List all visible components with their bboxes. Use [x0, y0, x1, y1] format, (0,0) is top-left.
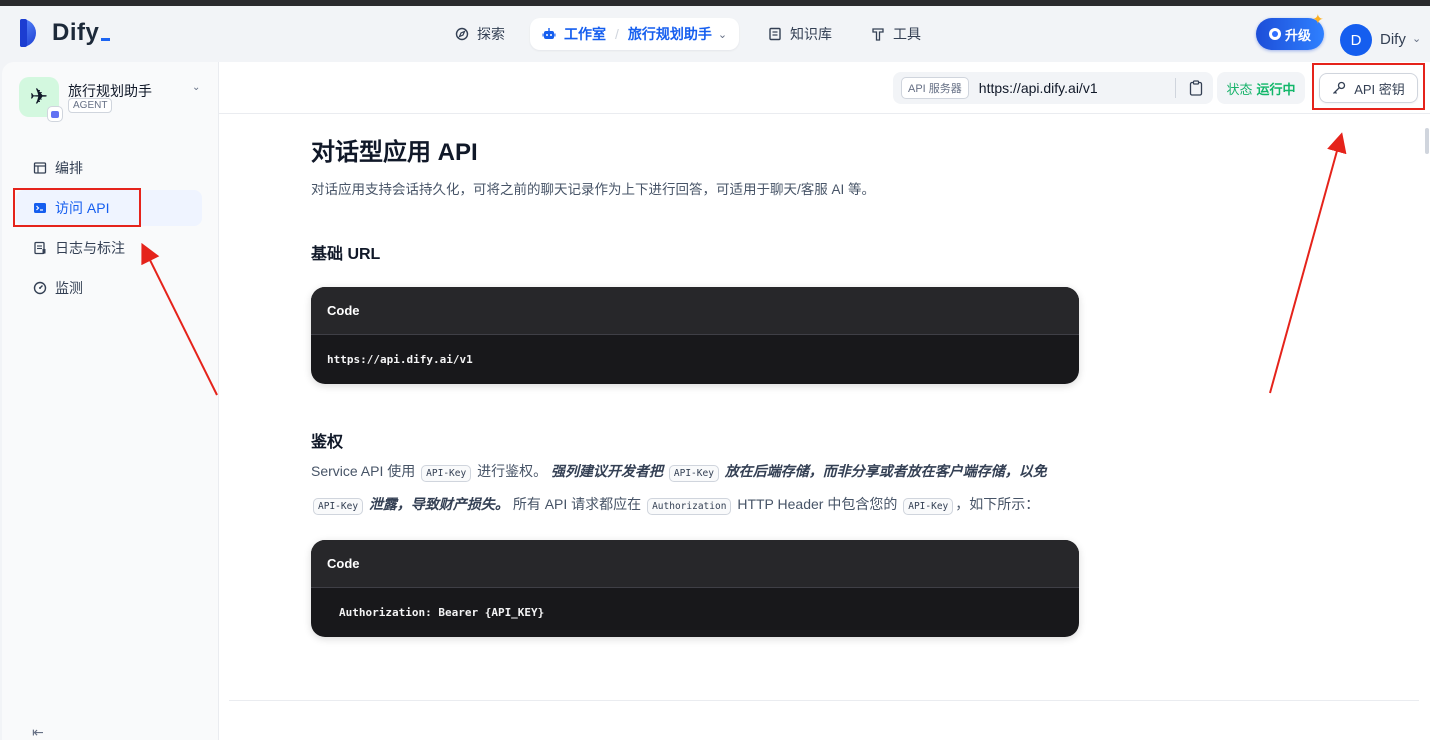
robot-icon — [542, 27, 556, 41]
api-topbar: API 服务器 https://api.dify.ai/v1 状态 运行中 AP… — [219, 62, 1430, 114]
upgrade-label: 升级 — [1284, 27, 1311, 43]
status-value: 运行中 — [1256, 81, 1296, 97]
agent-badge-icon — [47, 106, 63, 122]
page-intro: 对话应用支持会话持久化，可将之前的聊天记录作为上下进行回答，可适用于聊天/客服 … — [311, 182, 876, 197]
divider — [229, 700, 1419, 701]
code-block-content[interactable]: https://api.dify.ai/v1 — [311, 335, 1079, 383]
book-icon — [768, 27, 782, 41]
scrollbar-thumb[interactable] — [1425, 128, 1429, 154]
compass-icon — [455, 27, 469, 41]
file-list-icon — [33, 241, 47, 255]
nav-studio[interactable]: 工作室 / 旅行规划助手 ⌄ — [530, 18, 740, 50]
inline-code: API-Key — [668, 465, 719, 482]
status-badge: 状态 运行中 — [1217, 72, 1305, 104]
clipboard-icon[interactable] — [1189, 80, 1203, 96]
inline-code: API-Key — [903, 498, 954, 515]
main-nav: 探索 工作室 / 旅行规划助手 ⌄ 知识库 工具 — [0, 18, 1430, 50]
layout-icon — [33, 161, 47, 175]
api-server-label: API 服务器 — [901, 77, 969, 99]
hammer-icon — [871, 27, 885, 41]
chevron-down-icon[interactable]: ⌄ — [718, 28, 727, 41]
nav-explore-label: 探索 — [477, 26, 505, 42]
app-header: Dify 探索 工作室 / 旅行规划助手 ⌄ 知识库 工具 升级 ✦ D Dif… — [0, 6, 1430, 62]
breadcrumb-separator: / — [615, 26, 619, 42]
code-block-auth-header: Code Authorization: Bearer {API_KEY} — [311, 540, 1079, 637]
inline-code: API-Key — [313, 498, 364, 515]
code-block-header: Code — [311, 287, 1079, 335]
user-name[interactable]: Dify — [1380, 31, 1406, 48]
sidebar-item-logs[interactable]: 日志与标注 — [16, 230, 202, 266]
auth-paragraph: Service API 使用 API-Key 进行鉴权。 强列建议开发者把 AP… — [311, 456, 1079, 522]
user-avatar[interactable]: D — [1340, 24, 1372, 56]
status-label: 状态 — [1226, 81, 1253, 97]
sidebar-item-label: 监测 — [55, 280, 83, 296]
inline-code: Authorization — [647, 498, 732, 515]
nav-knowledge[interactable]: 知识库 — [768, 18, 832, 50]
dashboard-icon — [33, 281, 47, 295]
annotation-box-api-key — [1312, 63, 1425, 110]
code-block-content[interactable]: Authorization: Bearer {API_KEY} — [311, 588, 1079, 636]
app-sidebar: ✈ 旅行规划助手 ⌄ AGENT 编排 访问 API 日志与标注 监测 ⇤ — [2, 62, 219, 740]
sidebar-item-label: 编排 — [55, 160, 83, 176]
nav-explore[interactable]: 探索 — [455, 18, 505, 50]
sidebar-item-monitor[interactable]: 监测 — [16, 270, 202, 306]
inline-code: API-Key — [421, 465, 472, 482]
auth-heading: 鉴权 — [311, 434, 344, 451]
main-content: API 服务器 https://api.dify.ai/v1 状态 运行中 AP… — [219, 62, 1430, 740]
nav-studio-label: 工作室 — [564, 26, 606, 42]
app-type-badge: AGENT — [68, 98, 113, 113]
nav-tools[interactable]: 工具 — [871, 18, 921, 50]
chevron-down-icon[interactable]: ⌄ — [192, 82, 200, 93]
annotation-box-api-access — [13, 188, 141, 227]
page-title: 对话型应用 API — [311, 139, 478, 166]
collapse-sidebar-icon[interactable]: ⇤ — [32, 724, 44, 740]
chevron-down-icon[interactable]: ⌄ — [1412, 32, 1421, 45]
sparkle-icon: ✦ — [1312, 11, 1324, 27]
nav-knowledge-label: 知识库 — [790, 26, 832, 42]
nav-tools-label: 工具 — [893, 26, 921, 42]
upgrade-icon — [1268, 28, 1281, 40]
api-server-url[interactable]: https://api.dify.ai/v1 — [979, 80, 1098, 96]
api-server-field: API 服务器 https://api.dify.ai/v1 — [893, 72, 1213, 104]
current-app-selector[interactable]: 旅行规划助手 — [628, 24, 712, 44]
base-url-heading: 基础 URL — [311, 246, 381, 263]
sidebar-item-label: 日志与标注 — [55, 240, 125, 256]
code-block-header: Code — [311, 540, 1079, 588]
sidebar-item-orchestrate[interactable]: 编排 — [16, 150, 202, 186]
code-block-base-url: Code https://api.dify.ai/v1 — [311, 287, 1079, 384]
